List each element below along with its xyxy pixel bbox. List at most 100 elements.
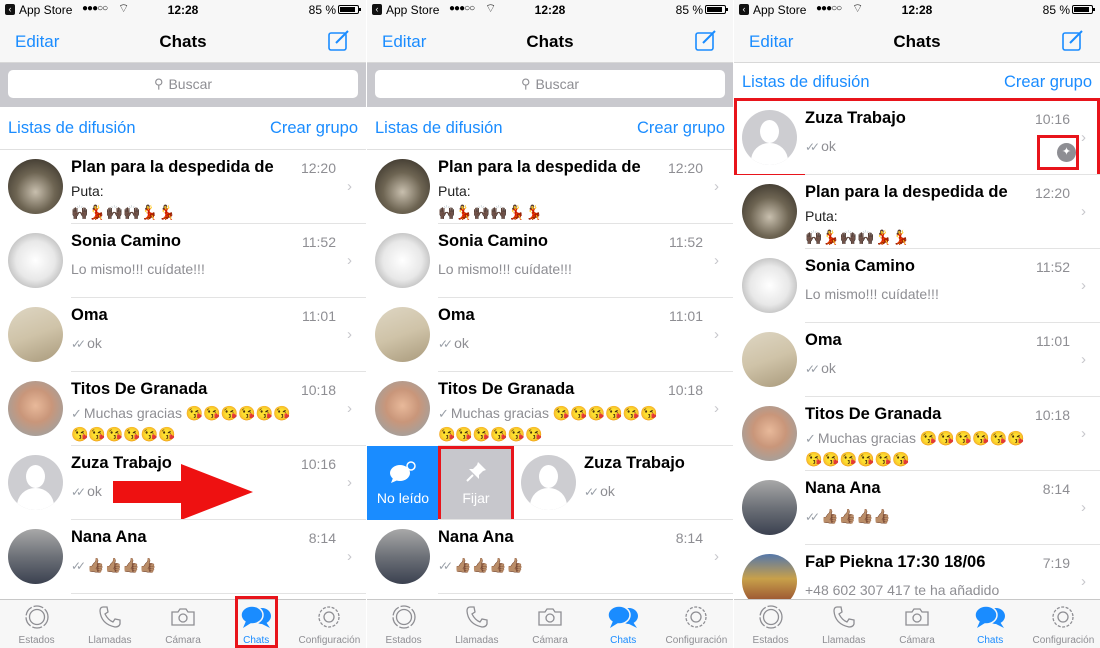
tab-camara[interactable]: Cámara: [146, 600, 219, 648]
list-links: Listas de difusión Crear grupo: [734, 63, 1100, 101]
default-avatar-icon: [521, 455, 576, 510]
search-input[interactable]: ⚲ Buscar: [375, 70, 725, 98]
chat-preview: ✓✓ 👍🏽👍🏽👍🏽👍🏽: [805, 508, 891, 525]
avatar: [8, 233, 63, 288]
chat-row-sonia[interactable]: Sonia Camino 11:52 › Lo mismo!!! cuídate…: [734, 249, 1100, 323]
tab-llamadas[interactable]: Llamadas: [73, 600, 146, 648]
search-input[interactable]: ⚲ Buscar: [8, 70, 358, 98]
tab-llamadas[interactable]: Llamadas: [440, 600, 513, 648]
broadcast-lists-link[interactable]: Listas de difusión: [8, 119, 136, 138]
chat-row-nana[interactable]: Nana Ana 8:14 › ✓✓ 👍🏽👍🏽👍🏽👍🏽: [367, 520, 733, 594]
new-group-link[interactable]: Crear grupo: [1004, 73, 1092, 92]
chat-row-titos[interactable]: Titos De Granada 10:18 › ✓ Muchas gracias…: [734, 397, 1100, 471]
chat-name: Nana Ana: [805, 479, 881, 497]
tab-camara[interactable]: Cámara: [513, 600, 586, 648]
chat-row-zuza[interactable]: Zuza Trabajo 10:16 › ✓✓ ok: [0, 446, 366, 520]
tab-llamadas[interactable]: Llamadas: [807, 600, 880, 648]
nav-bar: Editar Chats: [367, 20, 733, 63]
nav-bar: Editar Chats: [734, 20, 1100, 63]
tab-chats[interactable]: Chats: [954, 600, 1027, 648]
edit-button[interactable]: Editar: [15, 32, 59, 52]
chat-row-titos[interactable]: Titos De Granada 10:18 › ✓ Muchas gracias…: [0, 372, 366, 446]
tab-chats[interactable]: Chats: [587, 600, 660, 648]
sent-tick-icon: ✓: [71, 406, 82, 421]
tab-estados[interactable]: Estados: [734, 600, 807, 648]
chat-preview: ✓✓ 👍🏽👍🏽👍🏽👍🏽: [71, 557, 157, 574]
edit-button[interactable]: Editar: [382, 32, 426, 52]
avatar: [375, 381, 430, 436]
chat-time: 10:16: [1034, 111, 1070, 127]
phone-screen-3: ‹ App Store ●●●○○ ⌔ 12:28 85 % Editar Ch…: [734, 0, 1100, 648]
read-ticks-icon: ✓✓: [71, 337, 86, 351]
chat-row-plan[interactable]: Plan para la despedida de 12:20 › Puta: …: [0, 150, 366, 224]
chevron-right-icon: ›: [347, 326, 352, 343]
tab-estados[interactable]: Estados: [0, 600, 73, 648]
preview-emojis: 👍🏽👍🏽👍🏽👍🏽: [454, 557, 524, 573]
chat-preview: ✓✓ ok: [805, 360, 836, 376]
tab-label: Estados: [385, 635, 422, 646]
default-avatar-icon: [742, 110, 797, 165]
chat-list: Zuza Trabajo 10:16 › ✓✓ ok ✦ Plan para la…: [734, 98, 1100, 619]
compose-icon[interactable]: [1061, 28, 1085, 52]
action-label: Fijar: [462, 490, 490, 506]
chat-preview: Puta: 🙌🏿💃🙌🏿🙌🏿💃💃: [805, 206, 1060, 248]
chat-row-zuza-swiped[interactable]: No leído Fijar Zuza Trabajo ✓✓ ok: [367, 446, 733, 522]
chat-time: 11:01: [669, 308, 703, 324]
chat-name: Oma: [71, 306, 108, 324]
tab-label: Chats: [610, 635, 637, 646]
edit-button[interactable]: Editar: [749, 32, 793, 52]
chat-row-nana[interactable]: Nana Ana 8:14 › ✓✓ 👍🏽👍🏽👍🏽👍🏽: [0, 520, 366, 594]
new-group-link[interactable]: Crear grupo: [637, 119, 725, 138]
tab-configuracion[interactable]: Configuración: [293, 600, 366, 648]
chat-row-oma[interactable]: Oma 11:01 › ✓✓ ok: [734, 323, 1100, 397]
chat-row-oma[interactable]: Oma 11:01 › ✓✓ ok: [0, 298, 366, 372]
list-links: Listas de difusión Crear grupo: [367, 107, 733, 150]
chat-row-zuza-pinned[interactable]: Zuza Trabajo 10:16 › ✓✓ ok ✦: [734, 98, 1100, 177]
action-label: No leído: [376, 490, 430, 506]
chat-row-sonia[interactable]: Sonia Camino 11:52 › Lo mismo!!! cuídate…: [367, 224, 733, 298]
chat-row-titos[interactable]: Titos De Granada 10:18 › ✓ Muchas gracias…: [367, 372, 733, 446]
tab-label: Cámara: [165, 635, 201, 646]
pin-chat-button[interactable]: Fijar: [439, 446, 513, 520]
tab-label: Estados: [752, 635, 789, 646]
search-icon: ⚲: [153, 76, 164, 91]
preview-emojis: 😘😘😘😘😘😘: [185, 405, 291, 421]
tab-camara[interactable]: Cámara: [880, 600, 953, 648]
compose-icon[interactable]: [327, 28, 351, 52]
chat-name: Oma: [805, 331, 842, 349]
new-group-link[interactable]: Crear grupo: [270, 119, 358, 138]
preview-text: Muchas gracias: [83, 405, 182, 421]
broadcast-lists-link[interactable]: Listas de difusión: [375, 119, 503, 138]
mark-unread-button[interactable]: No leído: [367, 446, 439, 520]
chat-row-sonia[interactable]: Sonia Camino 11:52 › Lo mismo!!! cuídate…: [0, 224, 366, 298]
battery-percent: 85 %: [308, 3, 336, 17]
tab-configuracion[interactable]: Configuración: [660, 600, 733, 648]
broadcast-lists-link[interactable]: Listas de difusión: [742, 73, 870, 92]
compose-icon[interactable]: [694, 28, 718, 52]
search-bar: ⚲ Buscar: [0, 63, 366, 107]
chat-row-oma[interactable]: Oma 11:01 › ✓✓ ok: [367, 298, 733, 372]
chat-name: Plan para la despedida de: [438, 158, 641, 176]
chat-row-plan[interactable]: Plan para la despedida de 12:20 › Puta: …: [734, 175, 1100, 249]
chat-time: 12:20: [300, 160, 336, 176]
read-ticks-icon: ✓✓: [71, 485, 86, 499]
avatar: [742, 184, 797, 239]
chat-time: 11:01: [302, 308, 336, 324]
avatar: [375, 159, 430, 214]
tab-configuracion[interactable]: Configuración: [1027, 600, 1100, 648]
chat-row-nana[interactable]: Nana Ana 8:14 › ✓✓ 👍🏽👍🏽👍🏽👍🏽: [734, 471, 1100, 545]
read-ticks-icon: ✓✓: [805, 362, 820, 376]
avatar: [375, 307, 430, 362]
search-placeholder: Buscar: [168, 76, 213, 92]
camera-icon: [880, 604, 953, 630]
chat-time: 8:14: [308, 530, 336, 546]
pin-icon: [439, 460, 513, 490]
chat-row-plan[interactable]: Plan para la despedida de 12:20 › Puta: …: [367, 150, 733, 224]
tab-bar: Estados Llamadas Cámara Chats Configurac…: [0, 599, 366, 648]
chat-name: Nana Ana: [438, 528, 514, 546]
tab-chats[interactable]: Chats: [220, 600, 293, 648]
preview-emojis: 🙌🏿💃🙌🏿🙌🏿💃💃: [805, 229, 910, 245]
chevron-right-icon: ›: [714, 326, 719, 343]
tab-estados[interactable]: Estados: [367, 600, 440, 648]
read-ticks-icon: ✓✓: [71, 559, 86, 573]
